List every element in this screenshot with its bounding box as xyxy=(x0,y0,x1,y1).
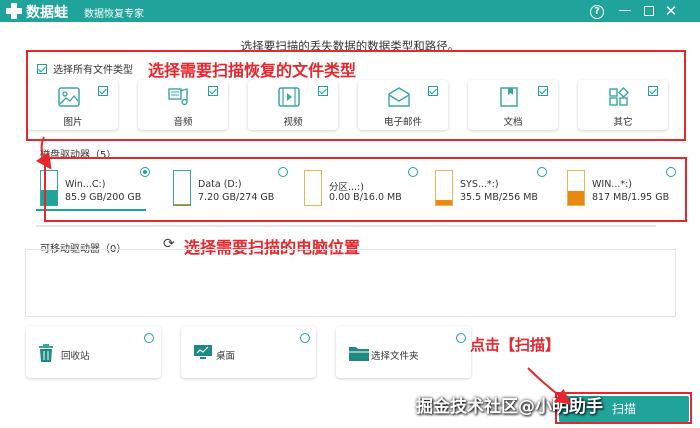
watermark-text: 掘金技术社区@小明助手 xyxy=(416,397,603,417)
location-recycle-bin[interactable]: 回收站 xyxy=(26,326,161,378)
help-icon[interactable]: ? xyxy=(588,2,606,20)
maximize-icon[interactable] xyxy=(640,2,658,20)
drives-scrollbar[interactable] xyxy=(36,225,656,227)
close-icon[interactable]: ✕ xyxy=(662,2,680,20)
folder-icon xyxy=(348,344,370,362)
location-radio[interactable] xyxy=(456,333,466,343)
annotation-file-types: 选择需要扫描恢复的文件类型 xyxy=(148,61,357,80)
title-bar: 数据蛙 数据恢复专家 ? — ✕ xyxy=(0,0,700,22)
annotation-scan: 点击【扫描】 xyxy=(470,336,561,354)
app-subtitle: 数据恢复专家 xyxy=(84,9,144,20)
location-radio[interactable] xyxy=(144,333,154,343)
app-logo-icon xyxy=(6,3,22,19)
app-brand: 数据蛙 xyxy=(26,5,68,21)
removable-drives-area xyxy=(25,249,676,317)
minimize-icon[interactable]: — xyxy=(616,2,634,20)
trash-icon xyxy=(38,344,54,362)
desktop-icon xyxy=(193,344,213,362)
location-select-folder[interactable]: 选择文件夹 xyxy=(336,326,471,378)
annotation-box-drives xyxy=(44,157,687,222)
location-desktop[interactable]: 桌面 xyxy=(181,326,316,378)
location-radio[interactable] xyxy=(300,333,310,343)
